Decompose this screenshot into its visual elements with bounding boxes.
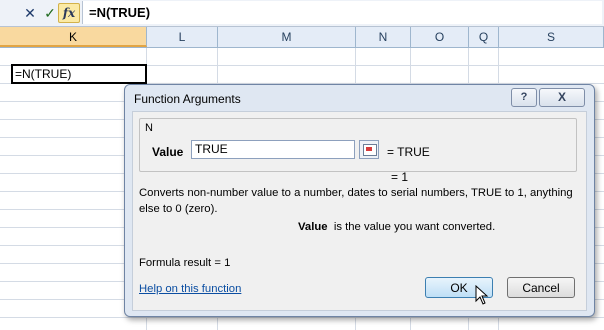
active-cell[interactable]: =N(TRUE) xyxy=(11,64,147,84)
column-header-n[interactable]: N xyxy=(356,27,411,47)
help-link[interactable]: Help on this function xyxy=(139,283,241,295)
dialog-body: N Value TRUE = TRUE = 1 Converts non-num… xyxy=(132,111,587,311)
column-header-k[interactable]: K xyxy=(0,27,147,47)
formula-bar: ✕ ✓ fx =N(TRUE) xyxy=(0,0,604,27)
column-header-o[interactable]: O xyxy=(411,27,469,47)
formula-result: Formula result = 1 xyxy=(139,257,231,269)
column-header-s[interactable]: S xyxy=(499,27,604,47)
close-icon[interactable]: X xyxy=(539,88,585,107)
column-headers: K L M N O Q S xyxy=(0,27,604,48)
cancel-button[interactable]: Cancel xyxy=(507,277,575,298)
argument-label: Value xyxy=(152,145,184,159)
dialog-title: Function Arguments xyxy=(134,92,241,106)
argument-desc-name: Value xyxy=(298,221,328,233)
argument-description: Value is the value you want converted. xyxy=(298,221,495,233)
function-result-preview: = 1 xyxy=(391,170,409,184)
collapse-dialog-icon[interactable] xyxy=(359,140,379,159)
function-arguments-dialog: Function Arguments ? X N Value TRUE = TR… xyxy=(124,84,595,317)
value-input[interactable]: TRUE xyxy=(191,140,355,159)
cancel-icon[interactable]: ✕ xyxy=(20,3,40,23)
function-description: Converts non-number value to a number, d… xyxy=(139,187,573,215)
arguments-group: N Value TRUE = TRUE xyxy=(139,118,577,172)
column-header-l[interactable]: L xyxy=(147,27,218,47)
help-icon[interactable]: ? xyxy=(511,88,537,107)
argument-evaluated: = TRUE xyxy=(387,145,430,159)
argument-desc-text: is the value you want converted. xyxy=(333,221,496,233)
formula-input[interactable]: =N(TRUE) xyxy=(82,1,602,24)
mouse-pointer-icon xyxy=(475,284,489,310)
column-header-m[interactable]: M xyxy=(218,27,356,47)
enter-icon[interactable]: ✓ xyxy=(40,3,60,23)
insert-function-icon[interactable]: fx xyxy=(58,3,80,23)
column-header-q[interactable]: Q xyxy=(469,27,499,47)
function-name: N xyxy=(145,122,153,134)
